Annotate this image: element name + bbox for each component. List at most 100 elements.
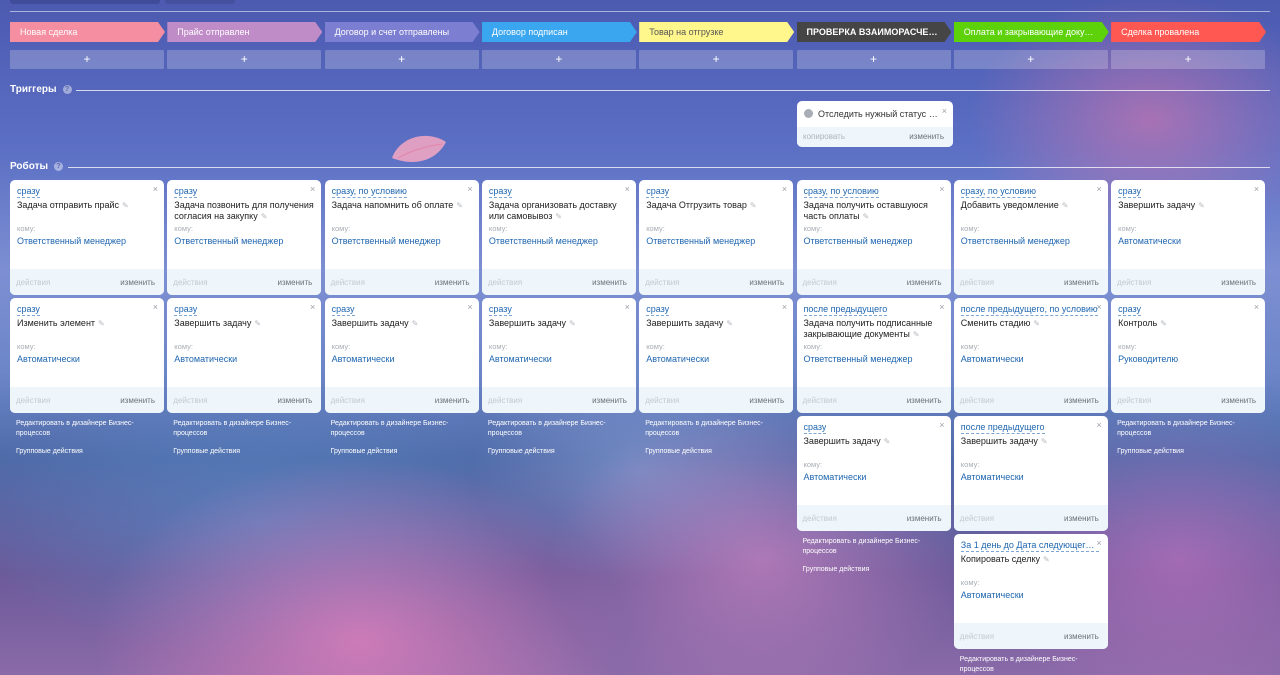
robot-edit-link[interactable]: изменить <box>1064 396 1099 405</box>
robot-actions-link[interactable]: действия <box>1117 278 1151 287</box>
bp-designer-link[interactable]: Редактировать в дизайнере Бизнес-процесс… <box>173 419 317 439</box>
robot-actions-link[interactable]: действия <box>1117 396 1151 405</box>
robot-condition-link[interactable]: сразу <box>174 186 198 198</box>
robot-card[interactable]: сразу × Завершить задачу ✎ кому: Автоматическ… <box>796 416 951 531</box>
robot-edit-link[interactable]: изменить <box>1064 278 1099 287</box>
robot-card[interactable]: сразу × Завершить задачу ✎ кому: Автоматическ… <box>1111 180 1266 295</box>
robot-actions-link[interactable]: действия <box>960 278 994 287</box>
group-actions-link[interactable]: Групповые действия <box>16 448 83 455</box>
robot-card[interactable]: после предыдущего, по условию × Сменить ст… <box>953 298 1108 413</box>
robot-responsible-link[interactable]: Руководителю <box>1118 354 1178 364</box>
close-icon[interactable]: × <box>625 184 630 194</box>
stage-8[interactable]: Сделка провалена <box>1111 22 1266 42</box>
robot-edit-link[interactable]: изменить <box>907 278 942 287</box>
robot-responsible-link[interactable]: Ответственный менеджер <box>961 236 1070 246</box>
pencil-icon[interactable]: ✎ <box>1033 319 1040 328</box>
robot-actions-link[interactable]: действия <box>803 278 837 287</box>
robot-actions-link[interactable]: действия <box>645 278 679 287</box>
robot-condition-link[interactable]: сразу <box>646 186 670 198</box>
robot-condition-link[interactable]: сразу <box>1118 304 1142 316</box>
add-stage-button-5[interactable]: + <box>639 50 794 69</box>
close-icon[interactable]: × <box>467 184 472 194</box>
robot-card[interactable]: За 1 день до Дата следующего ... × Копиров… <box>953 534 1108 649</box>
robot-edit-link[interactable]: изменить <box>749 396 784 405</box>
robot-responsible-link[interactable]: Автоматически <box>174 354 237 364</box>
robot-responsible-link[interactable]: Автоматически <box>646 354 709 364</box>
bp-designer-link[interactable]: Редактировать в дизайнере Бизнес-процесс… <box>960 655 1104 675</box>
robot-actions-link[interactable]: действия <box>488 396 522 405</box>
robot-condition-link[interactable]: сразу <box>646 304 670 316</box>
robot-card[interactable]: сразу × Контроль ✎ кому: Руководителю действия… <box>1111 298 1266 413</box>
pencil-icon[interactable]: ✎ <box>726 319 733 328</box>
robot-responsible-link[interactable]: Автоматически <box>17 354 80 364</box>
trigger-card[interactable]: Отследить нужный статус за... × копирова… <box>797 101 953 147</box>
close-icon[interactable]: × <box>939 184 944 194</box>
robot-card[interactable]: сразу × Задача отправить прайс ✎ кому: Ответс… <box>10 180 164 295</box>
group-actions-link[interactable]: Групповые действия <box>173 448 240 455</box>
stage-2[interactable]: Прайс отправлен <box>167 22 322 42</box>
close-icon[interactable]: × <box>310 302 315 312</box>
robot-responsible-link[interactable]: Ответственный менеджер <box>804 354 913 364</box>
robot-card[interactable]: сразу × Задача позвонить для получения сог… <box>167 180 322 295</box>
robot-edit-link[interactable]: изменить <box>592 278 627 287</box>
stage-1[interactable]: Новая сделка <box>10 22 165 42</box>
robot-edit-link[interactable]: изменить <box>435 278 470 287</box>
robot-responsible-link[interactable]: Автоматически <box>804 472 867 482</box>
bp-designer-link[interactable]: Редактировать в дизайнере Бизнес-процесс… <box>645 419 789 439</box>
group-actions-link[interactable]: Групповые действия <box>645 448 712 455</box>
robot-responsible-link[interactable]: Автоматически <box>489 354 552 364</box>
robot-card[interactable]: после предыдущего × Завершить задачу ✎ кому:… <box>953 416 1108 531</box>
robot-edit-link[interactable]: изменить <box>277 396 312 405</box>
robot-actions-link[interactable]: действия <box>173 278 207 287</box>
group-actions-link[interactable]: Групповые действия <box>488 448 555 455</box>
trigger-edit-link[interactable]: изменить <box>909 132 944 141</box>
close-icon[interactable]: × <box>153 184 158 194</box>
pencil-icon[interactable]: ✎ <box>1160 319 1167 328</box>
robot-card[interactable]: сразу × Задача Отгрузить товар ✎ кому: Ответс… <box>639 180 794 295</box>
robot-actions-link[interactable]: действия <box>331 396 365 405</box>
robot-edit-link[interactable]: изменить <box>435 396 470 405</box>
close-icon[interactable]: × <box>153 302 158 312</box>
pencil-icon[interactable]: ✎ <box>1041 437 1048 446</box>
close-icon[interactable]: × <box>942 106 947 116</box>
robot-card[interactable]: после предыдущего × Задача получить подпис… <box>796 298 951 413</box>
pencil-icon[interactable]: ✎ <box>412 319 419 328</box>
robot-condition-link[interactable]: после предыдущего, по условию <box>960 304 1098 316</box>
help-icon[interactable]: ? <box>62 85 72 94</box>
close-icon[interactable]: × <box>1097 538 1102 548</box>
trigger-copy-link[interactable]: копировать <box>803 132 845 141</box>
robot-actions-link[interactable]: действия <box>803 396 837 405</box>
add-stage-button-2[interactable]: + <box>167 50 322 69</box>
add-stage-button-6[interactable]: + <box>796 50 951 69</box>
close-icon[interactable]: × <box>1254 184 1259 194</box>
robot-responsible-link[interactable]: Автоматически <box>961 472 1024 482</box>
pencil-icon[interactable]: ✎ <box>569 319 576 328</box>
close-icon[interactable]: × <box>1097 420 1102 430</box>
robot-condition-link[interactable]: сразу <box>17 304 40 316</box>
robot-edit-link[interactable]: изменить <box>277 278 312 287</box>
robot-condition-link[interactable]: сразу, по условию <box>803 186 879 198</box>
bp-designer-link[interactable]: Редактировать в дизайнере Бизнес-процесс… <box>16 419 160 439</box>
pencil-icon[interactable]: ✎ <box>254 319 261 328</box>
robot-actions-link[interactable]: действия <box>16 396 50 405</box>
robot-condition-link[interactable]: после предыдущего <box>803 304 888 316</box>
stage-5[interactable]: Товар на отгрузке <box>639 22 794 42</box>
stage-3[interactable]: Договор и счет отправлены <box>325 22 480 42</box>
robot-edit-link[interactable]: изменить <box>120 278 155 287</box>
pencil-icon[interactable]: ✎ <box>456 201 463 210</box>
pencil-icon[interactable]: ✎ <box>913 330 920 339</box>
robot-card[interactable]: сразу × Завершить задачу ✎ кому: Автоматическ… <box>481 298 636 413</box>
robot-edit-link[interactable]: изменить <box>1221 278 1256 287</box>
pencil-icon[interactable]: ✎ <box>1043 555 1050 564</box>
robot-responsible-link[interactable]: Ответственный менеджер <box>174 236 283 246</box>
robot-responsible-link[interactable]: Ответственный менеджер <box>332 236 441 246</box>
robot-edit-link[interactable]: изменить <box>120 396 155 405</box>
close-icon[interactable]: × <box>467 302 472 312</box>
add-stage-button-4[interactable]: + <box>481 50 636 69</box>
bp-designer-link[interactable]: Редактировать в дизайнере Бизнес-процесс… <box>488 419 632 439</box>
robot-condition-link[interactable]: сразу <box>488 304 512 316</box>
robot-edit-link[interactable]: изменить <box>1064 514 1099 523</box>
robot-edit-link[interactable]: изменить <box>907 514 942 523</box>
close-icon[interactable]: × <box>1097 184 1102 194</box>
pencil-icon[interactable]: ✎ <box>122 201 129 210</box>
